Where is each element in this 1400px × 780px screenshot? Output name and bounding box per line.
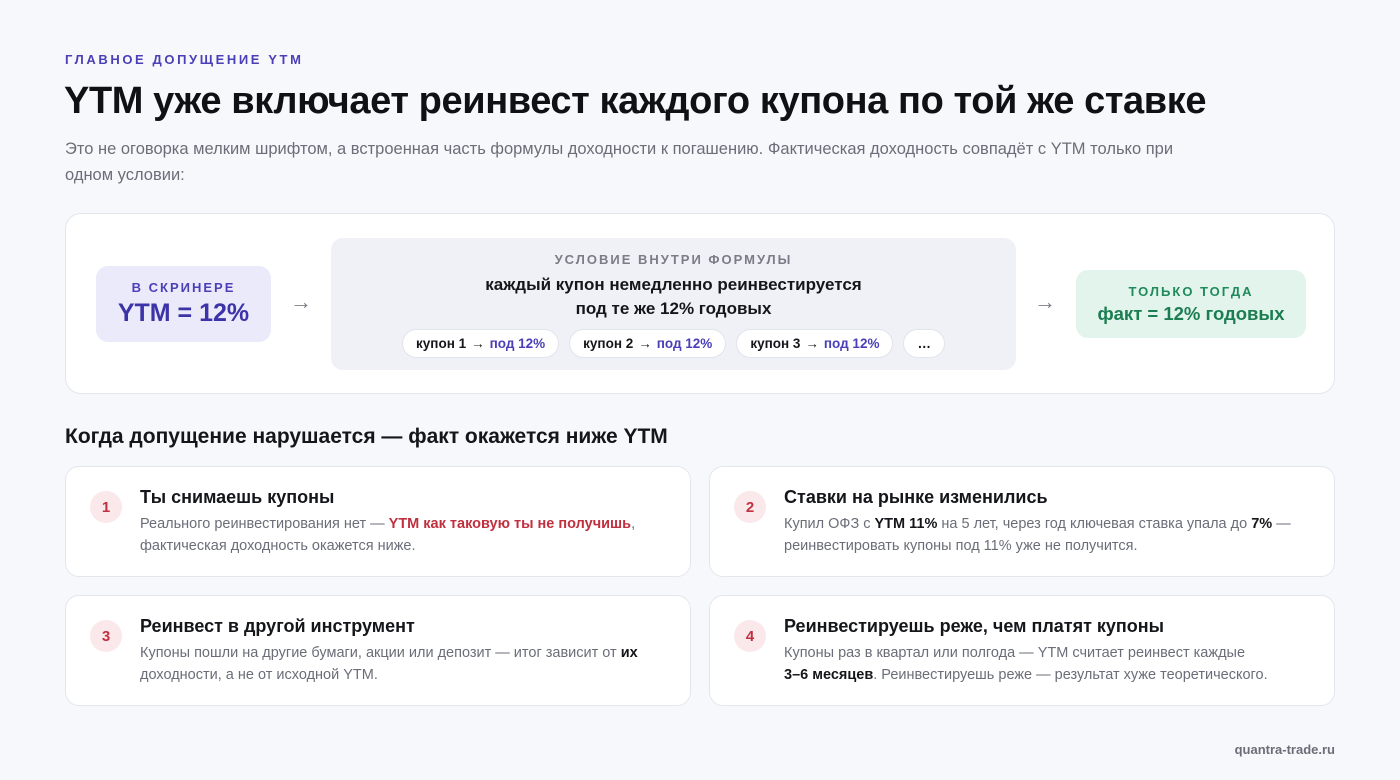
arrow-right-icon: → bbox=[1034, 289, 1056, 314]
card-text: доходности, а не от исходной YTM. bbox=[140, 667, 378, 683]
actual-yield-pill: ТОЛЬКО ТОГДА факт = 12% годовых bbox=[1076, 270, 1306, 338]
condition-line-1: каждый купон немедленно реинвестируется bbox=[485, 275, 862, 294]
coupon-rate: под 12% bbox=[823, 336, 880, 351]
screener-ytm-value: YTM = 12% bbox=[117, 299, 250, 327]
card-text-bold: их bbox=[620, 645, 638, 661]
condition-text: каждый купон немедленно реинвестируется … bbox=[331, 273, 1016, 321]
page-subtitle: Это не оговорка мелким шрифтом, а встрое… bbox=[65, 140, 1174, 184]
coupon-rate: под 12% bbox=[656, 336, 713, 351]
card-text: фактическая доходность окажется ниже. bbox=[140, 538, 416, 554]
screener-ytm-pill: В СКРИНЕРЕ YTM = 12% bbox=[96, 266, 271, 342]
condition-line-2: под те же 12% годовых bbox=[575, 299, 772, 318]
card-number-badge: 2 bbox=[734, 491, 766, 523]
card-description: Купил ОФЗ с YTM 11% на 5 лет, через год … bbox=[784, 513, 1319, 557]
eyebrow-label: ГЛАВНОЕ ДОПУЩЕНИЕ YTM bbox=[65, 52, 304, 67]
screener-label: В СКРИНЕРЕ bbox=[131, 280, 236, 295]
card-title: Реинвестируешь реже, чем платят купоны bbox=[784, 616, 1165, 636]
violation-card-2: 2 Ставки на рынке изменились Купил ОФЗ с… bbox=[709, 466, 1335, 577]
coupon-name: купон 3 bbox=[750, 336, 801, 351]
card-title: Ты снимаешь купоны bbox=[140, 487, 335, 507]
card-text: Реального реинвестирования нет — bbox=[140, 516, 389, 532]
coupon-chips: купон 1 → под 12% купон 2 → под 12% купо… bbox=[331, 329, 1016, 358]
arrow-right-icon: → bbox=[805, 336, 819, 351]
card-description: Реального реинвестирования нет — YTM как… bbox=[140, 513, 675, 557]
coupon-chip-1: купон 1 → под 12% bbox=[402, 329, 560, 358]
coupon-rate: под 12% bbox=[489, 336, 546, 351]
arrow-right-icon: → bbox=[471, 336, 485, 351]
violation-card-4: 4 Реинвестируешь реже, чем платят купоны… bbox=[709, 595, 1335, 706]
condition-label: УСЛОВИЕ ВНУТРИ ФОРМУЛЫ bbox=[554, 252, 793, 267]
card-text: — bbox=[1272, 516, 1291, 532]
card-description: Купоны пошли на другие бумаги, акции или… bbox=[140, 642, 675, 686]
coupon-name: купон 1 bbox=[416, 336, 467, 351]
coupon-chip-3: купон 3 → под 12% bbox=[736, 329, 894, 358]
violation-card-3: 3 Реинвест в другой инструмент Купоны по… bbox=[65, 595, 691, 706]
footer-site-url: quantra-trade.ru bbox=[1234, 742, 1335, 757]
coupon-chip-2: купон 2 → под 12% bbox=[569, 329, 727, 358]
arrow-right-icon: → bbox=[290, 289, 312, 314]
card-text-bold: 3–6 месяцев bbox=[784, 667, 874, 683]
only-then-label: ТОЛЬКО ТОГДА bbox=[1128, 283, 1254, 299]
card-text: Купоны пошли на другие бумаги, акции или… bbox=[140, 645, 621, 661]
card-title: Ставки на рынке изменились bbox=[784, 487, 1048, 507]
formula-condition-box: УСЛОВИЕ ВНУТРИ ФОРМУЛЫ каждый купон неме… bbox=[331, 238, 1016, 370]
section-title: Когда допущение нарушается — факт окажет… bbox=[65, 425, 668, 448]
actual-yield-value: факт = 12% годовых bbox=[1097, 302, 1285, 324]
card-text-highlight: YTM как таковую ты не получишь bbox=[388, 516, 632, 532]
card-text-bold: YTM 11% bbox=[874, 516, 938, 532]
card-description: Купоны раз в квартал или полгода — YTM с… bbox=[784, 642, 1319, 686]
card-number-badge: 1 bbox=[90, 491, 122, 523]
page-title: YTM уже включает реинвест каждого купона… bbox=[64, 80, 1207, 122]
coupon-name: купон 2 bbox=[583, 336, 634, 351]
card-number-badge: 4 bbox=[734, 620, 766, 652]
card-text: , bbox=[631, 516, 636, 532]
ytm-flow-card: В СКРИНЕРЕ YTM = 12% → УСЛОВИЕ ВНУТРИ ФО… bbox=[65, 213, 1335, 394]
card-title: Реинвест в другой инструмент bbox=[140, 616, 415, 636]
card-text: Купоны раз в квартал или полгода — YTM с… bbox=[784, 645, 1246, 661]
card-text: реинвестировать купоны под 11% уже не по… bbox=[784, 538, 1138, 554]
card-number-badge: 3 bbox=[90, 620, 122, 652]
card-text: Купил ОФЗ с bbox=[784, 516, 875, 532]
card-text: . Реинвестируешь реже — результат хуже т… bbox=[873, 667, 1268, 683]
arrow-right-icon: → bbox=[638, 336, 652, 351]
coupon-chip-more: … bbox=[903, 329, 945, 358]
violation-card-1: 1 Ты снимаешь купоны Реального реинвести… bbox=[65, 466, 691, 577]
card-text: на 5 лет, через год ключевая ставка упал… bbox=[937, 516, 1252, 532]
card-text-bold: 7% bbox=[1251, 516, 1273, 532]
